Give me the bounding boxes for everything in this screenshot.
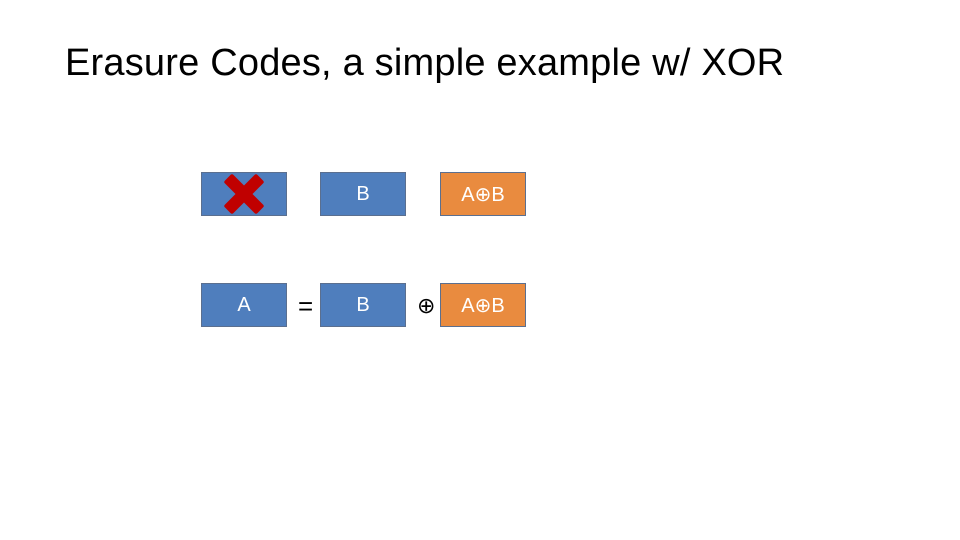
box-row2-axb: A⊕B [440,283,526,327]
box-row1-a: A [201,172,287,216]
equals-sign: = [298,293,313,319]
box-row2-axb-label: A⊕B [461,293,504,318]
box-row1-b-label: B [356,183,369,206]
box-row2-b: B [320,283,406,327]
xor-operator: ⊕ [417,295,435,317]
box-row1-a-label: A [237,183,250,206]
box-row1-axb-label: A⊕B [461,182,504,207]
slide: Erasure Codes, a simple example w/ XOR A… [0,0,960,540]
slide-title: Erasure Codes, a simple example w/ XOR [65,42,784,85]
box-row2-b-label: B [356,294,369,317]
box-row1-b: B [320,172,406,216]
box-row2-a: A [201,283,287,327]
box-row1-axb: A⊕B [440,172,526,216]
box-row2-a-label: A [237,294,250,317]
